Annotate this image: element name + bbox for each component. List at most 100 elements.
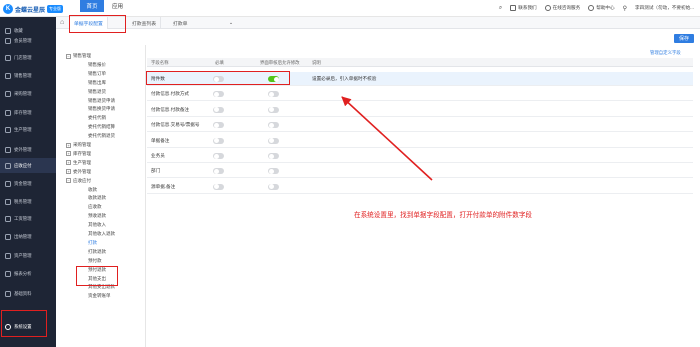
- user-name: 李四测试（勿动，不要初始...: [635, 5, 694, 10]
- sidebar-item-12[interactable]: 工资管理: [0, 211, 56, 226]
- tree-node[interactable]: 资金转账单: [66, 292, 111, 300]
- required-toggle[interactable]: [213, 122, 224, 129]
- required-toggle[interactable]: [213, 183, 224, 190]
- tree-node-label: 销售换货申请: [88, 106, 115, 112]
- fund-icon: [5, 180, 11, 187]
- contact-us-link[interactable]: 联系我们: [510, 5, 537, 11]
- help-center-link[interactable]: 帮助中心: [588, 5, 615, 11]
- tree-group[interactable]: + 库存管理: [66, 150, 91, 158]
- tree-group-label: 生产管理: [73, 159, 91, 165]
- tree-node[interactable]: 收款退款: [66, 194, 106, 202]
- table-row[interactable]: 业务员: [147, 149, 693, 163]
- column-header-field-name: 字段名称: [151, 59, 169, 65]
- user-menu[interactable]: 李四测试（勿动，不要初始...: [635, 5, 694, 11]
- editable-after-audit-toggle[interactable]: [268, 168, 279, 175]
- tab-payment-list[interactable]: 打款查列表: [128, 17, 161, 29]
- expand-toggle-icon[interactable]: +: [66, 151, 71, 157]
- expand-toggle-icon[interactable]: +: [66, 160, 71, 166]
- editable-after-audit-toggle[interactable]: [268, 91, 279, 98]
- sidebar-item-13[interactable]: 出纳管理: [0, 229, 56, 244]
- tree-group[interactable]: − 销售管理: [66, 52, 91, 60]
- tree-node[interactable]: 销售订单: [66, 70, 106, 78]
- sidebar-item-10[interactable]: 资金管理: [0, 176, 56, 191]
- tree-node-label: 销售出库: [88, 79, 106, 85]
- sidebar-item-2[interactable]: 会员管理: [0, 33, 56, 48]
- editable-after-audit-toggle[interactable]: [268, 137, 279, 144]
- tree-node-label: 收款: [88, 186, 97, 192]
- tree-node[interactable]: 销售退货: [66, 88, 106, 96]
- tree-node[interactable]: 委托代销结算: [66, 123, 115, 131]
- tree-node[interactable]: 销售退货申请: [66, 97, 115, 105]
- table-row[interactable]: 单据备注: [147, 134, 693, 148]
- editable-after-audit-toggle[interactable]: [268, 106, 279, 113]
- required-toggle[interactable]: [213, 106, 224, 113]
- tree-node[interactable]: 其他收入: [66, 221, 106, 229]
- manage-custom-fields-link[interactable]: 管理自定义字段: [650, 50, 681, 56]
- tree-group[interactable]: + 委外管理: [66, 168, 91, 176]
- tree-node[interactable]: 打款退款: [66, 248, 106, 256]
- chevron-down-icon: ⌄: [228, 20, 233, 26]
- tree-node[interactable]: 其他收入退款: [66, 230, 115, 238]
- sidebar-item-3[interactable]: 门店管理: [0, 50, 56, 65]
- expand-toggle-icon[interactable]: +: [66, 169, 71, 175]
- tree-node[interactable]: 打款: [66, 239, 97, 247]
- editable-after-audit-toggle[interactable]: [268, 122, 279, 129]
- required-toggle[interactable]: [213, 91, 224, 98]
- save-button[interactable]: 保存: [674, 34, 694, 43]
- notification-icon[interactable]: ⚲: [623, 5, 627, 12]
- sidebar-item-9[interactable]: 应收应付: [0, 158, 56, 173]
- tab-payment-bill[interactable]: 打款单 ⌄: [173, 18, 235, 28]
- annotation-instruction: 在系统设置里，找到单据字段配置，打开付款单的附件数字段: [354, 212, 533, 219]
- sidebar-item-6[interactable]: 库存管理: [0, 105, 56, 120]
- editable-after-audit-toggle[interactable]: [268, 153, 279, 159]
- sidebar-item-5[interactable]: 采购管理: [0, 86, 56, 101]
- field-name-cell: 单据备注: [151, 137, 170, 143]
- tree-node[interactable]: 销售出库: [66, 79, 106, 87]
- tree-node[interactable]: 预付款: [66, 257, 102, 265]
- sidebar-item-14[interactable]: 资产管理: [0, 248, 56, 263]
- tree-node[interactable]: 预收退款: [66, 212, 106, 220]
- tree-node[interactable]: 委托代销: [66, 114, 106, 122]
- brand-logo[interactable]: K 金蝶云星辰 专业版: [3, 4, 64, 14]
- expand-toggle-icon[interactable]: +: [66, 142, 71, 148]
- tree-node-label: 应收款: [88, 204, 102, 210]
- tax-icon: [5, 198, 11, 205]
- tree-node[interactable]: 销售报价: [66, 61, 106, 69]
- sidebar-item-11[interactable]: 税务管理: [0, 194, 56, 209]
- sidebar-item-4[interactable]: 销售管理: [0, 68, 56, 83]
- tabs-row: ⌂ 单据字段配置 打款查列表 打款单 ⌄: [56, 17, 700, 29]
- nav-app[interactable]: 应用: [112, 0, 123, 12]
- tree-group[interactable]: + 采购管理: [66, 141, 91, 149]
- search-icon[interactable]: ⌕: [499, 5, 502, 12]
- tree-node[interactable]: 销售换货申请: [66, 105, 115, 113]
- sidebar-item-7[interactable]: 生产管理: [0, 122, 56, 137]
- table-row[interactable]: 付款信息.交易号/票据号: [147, 118, 693, 133]
- sidebar-item-15[interactable]: 报表分析: [0, 266, 56, 281]
- sidebar-item-16[interactable]: 基础资料: [0, 286, 56, 301]
- sidebar-item-label: 工资管理: [14, 215, 32, 221]
- sidebar-item-8[interactable]: 委外管理: [0, 142, 56, 157]
- required-toggle[interactable]: [213, 153, 224, 159]
- kingdee-logo-icon: K: [3, 4, 13, 14]
- tree-node-label: 预收退款: [88, 213, 106, 219]
- tree-node[interactable]: 委托代销退货: [66, 132, 115, 140]
- highlight-system-settings: [1, 310, 47, 337]
- tree-group[interactable]: + 生产管理: [66, 159, 91, 167]
- table-row[interactable]: 源单据.备注: [147, 180, 693, 194]
- required-toggle[interactable]: [213, 137, 224, 144]
- tree-node-label: 收款退款: [88, 195, 106, 201]
- tree-group[interactable]: − 应收应付: [66, 177, 91, 185]
- home-icon[interactable]: ⌂: [60, 19, 67, 26]
- expand-toggle-icon[interactable]: −: [66, 178, 71, 184]
- table-row[interactable]: 付款信息.付款备注: [147, 103, 693, 117]
- online-service-link[interactable]: 在线咨询服务: [544, 5, 581, 11]
- online-service-label: 在线咨询服务: [552, 5, 581, 10]
- editable-after-audit-toggle[interactable]: [268, 183, 279, 190]
- expand-toggle-icon[interactable]: −: [66, 53, 71, 59]
- tree-node[interactable]: 收款: [66, 186, 97, 194]
- required-toggle[interactable]: [213, 168, 224, 175]
- table-row[interactable]: 付款信息.付款方式: [147, 87, 693, 102]
- nav-home[interactable]: 首页: [80, 0, 104, 12]
- tree-node[interactable]: 应收款: [66, 203, 102, 211]
- table-row[interactable]: 部门: [147, 164, 693, 179]
